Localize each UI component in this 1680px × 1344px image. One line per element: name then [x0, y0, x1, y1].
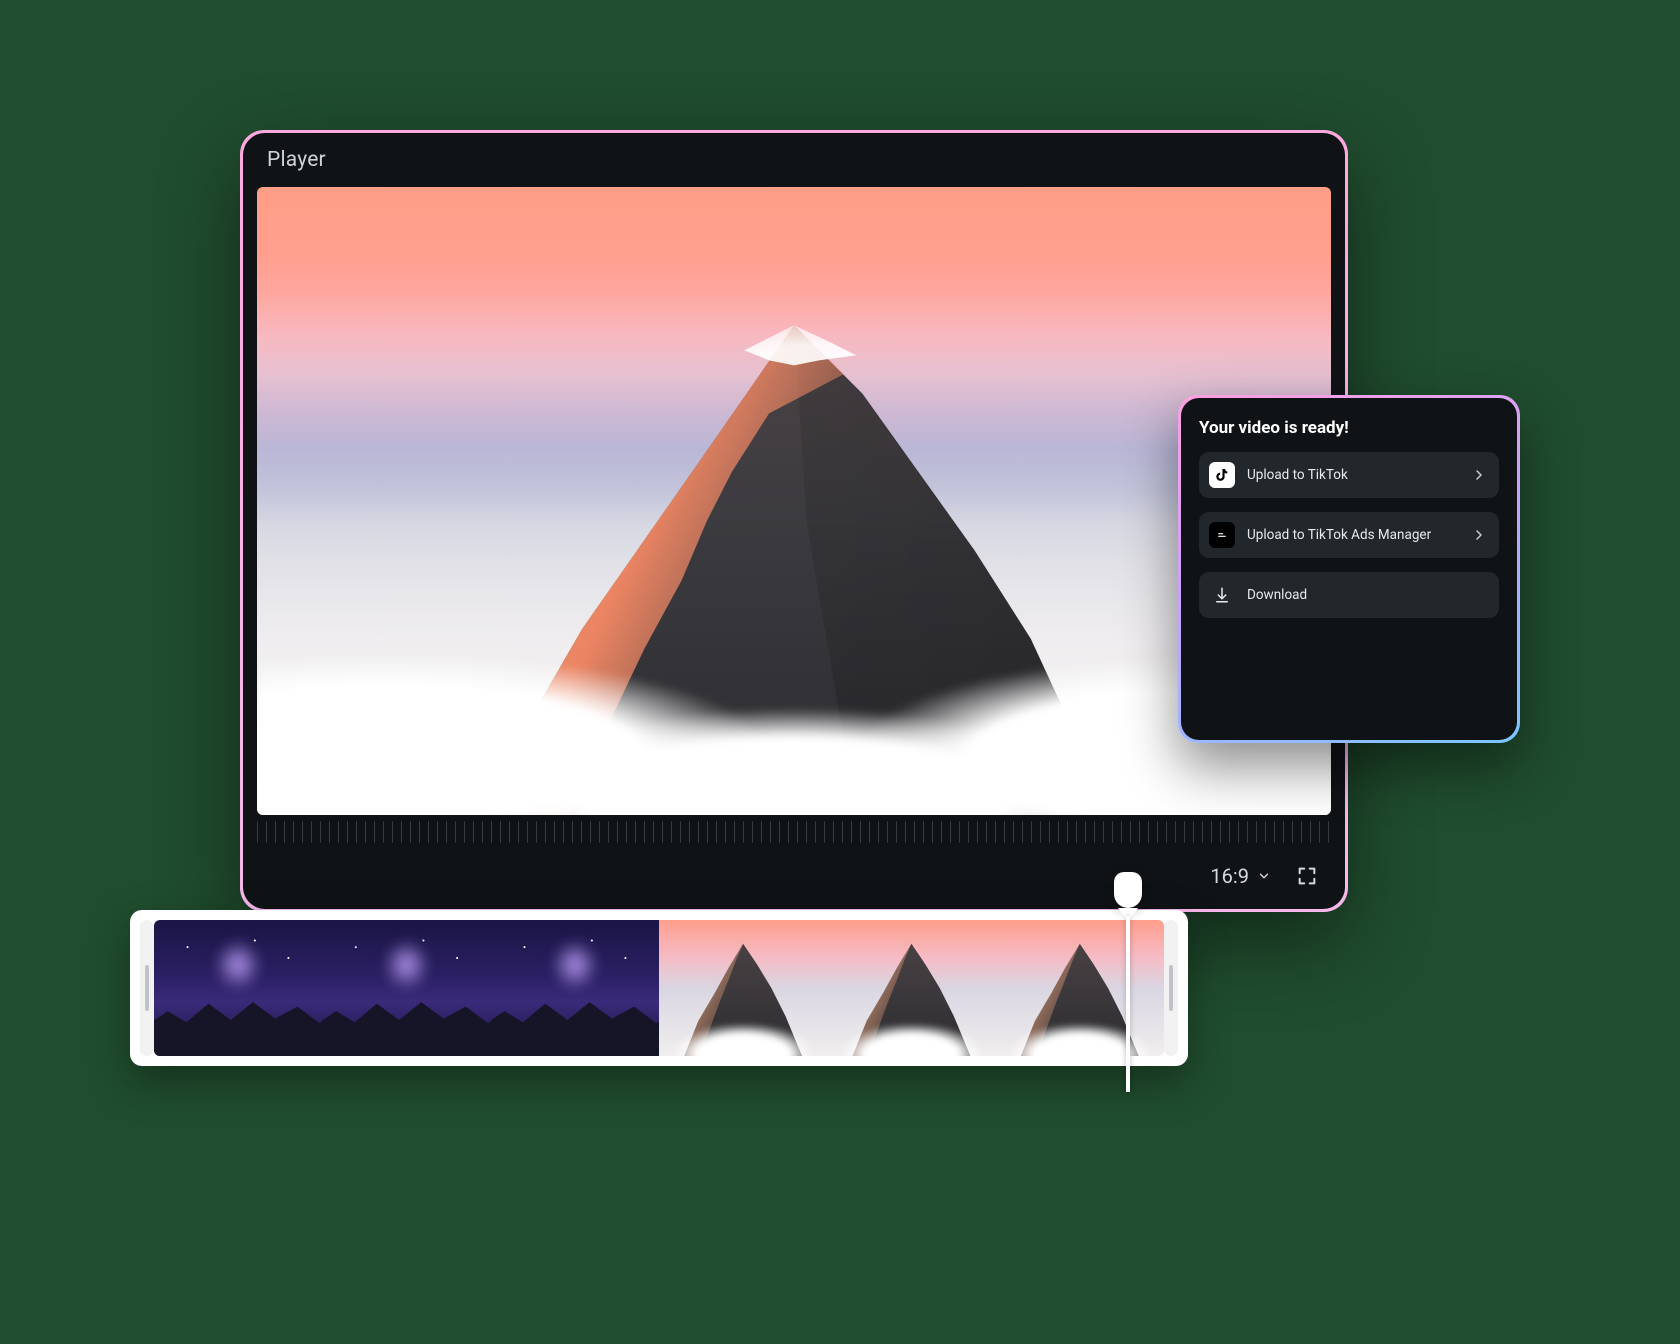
option-label: Upload to TikTok	[1247, 467, 1459, 483]
video-viewport[interactable]	[257, 187, 1331, 815]
clip-thumb[interactable]	[322, 920, 490, 1056]
upload-tiktok-ads-option[interactable]: Upload to TikTok Ads Manager	[1199, 512, 1499, 558]
download-icon	[1209, 582, 1235, 608]
clip-thumb[interactable]	[491, 920, 659, 1056]
clip-thumb[interactable]	[827, 920, 995, 1056]
option-label: Upload to TikTok Ads Manager	[1247, 527, 1459, 543]
player-title: Player	[267, 148, 326, 172]
trim-handle-right[interactable]	[1164, 920, 1178, 1056]
upload-tiktok-option[interactable]: Upload to TikTok	[1199, 452, 1499, 498]
tiktok-ads-icon	[1209, 522, 1235, 548]
option-label: Download	[1247, 587, 1487, 603]
chevron-down-icon	[1257, 869, 1271, 883]
trim-handle-left[interactable]	[140, 920, 154, 1056]
aspect-ratio-value: 16:9	[1210, 864, 1249, 888]
export-panel-title: Your video is ready!	[1199, 418, 1499, 438]
video-preview	[257, 187, 1331, 815]
fullscreen-icon	[1296, 865, 1318, 887]
chevron-right-icon	[1471, 527, 1487, 543]
export-panel: Your video is ready! Upload to TikTok Up…	[1178, 395, 1520, 743]
chevron-right-icon	[1471, 467, 1487, 483]
timeline-strip[interactable]	[130, 910, 1188, 1066]
tiktok-icon	[1209, 462, 1235, 488]
download-option[interactable]: Download	[1199, 572, 1499, 618]
clip-thumb[interactable]	[996, 920, 1164, 1056]
clip-thumb[interactable]	[659, 920, 827, 1056]
clip-thumb[interactable]	[154, 920, 322, 1056]
fullscreen-button[interactable]	[1293, 862, 1321, 890]
aspect-ratio-selector[interactable]: 16:9	[1210, 864, 1271, 888]
time-ruler[interactable]	[257, 821, 1331, 843]
timeline-frames[interactable]	[154, 920, 1164, 1056]
